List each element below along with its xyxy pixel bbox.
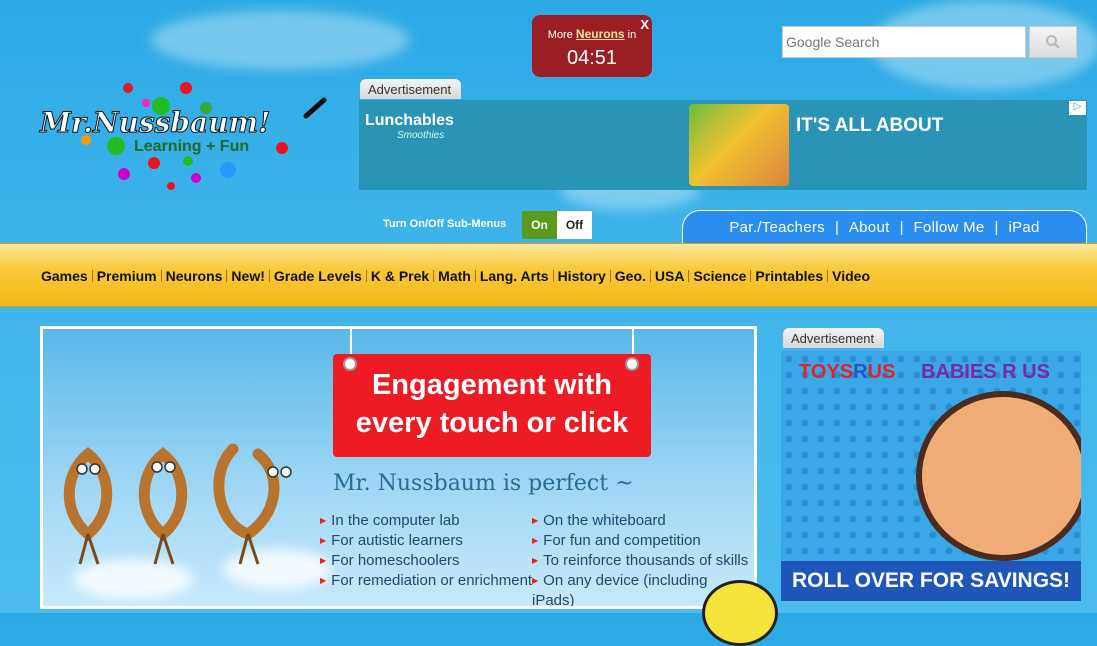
list-item: To reinforce thousands of skills xyxy=(532,551,754,571)
nav-grade-levels[interactable]: Grade Levels xyxy=(274,268,362,284)
sign-nail xyxy=(343,357,357,371)
nav-geo[interactable]: Geo. xyxy=(615,268,646,284)
ad-brand: Lunchables xyxy=(365,112,454,129)
logo-title: Mr.Nussbaum! xyxy=(39,106,271,140)
nav-premium[interactable]: Premium xyxy=(97,268,157,284)
search-button[interactable] xyxy=(1029,26,1077,58)
adchoices-icon[interactable]: ▷ xyxy=(1069,101,1086,115)
nav-lang-arts[interactable]: Lang. Arts xyxy=(480,268,549,284)
list-item: For fun and competition xyxy=(532,531,754,551)
list-item: On the whiteboard xyxy=(532,511,754,531)
sign-line-2: every touch or click xyxy=(355,407,629,439)
submenu-off-button[interactable]: Off xyxy=(557,211,592,239)
nav-games[interactable]: Games xyxy=(41,268,88,284)
sign-line-1: Engagement with xyxy=(371,369,613,401)
list-item: In the computer lab xyxy=(320,511,532,531)
hero-list-left: In the computer lab For autistic learner… xyxy=(320,511,532,591)
ad-headline: IT'S ALL ABOUT xyxy=(796,115,944,136)
pretzel-characters-illustration xyxy=(63,443,292,565)
hero-banner[interactable]: Engagement with every touch or click Mr.… xyxy=(40,326,757,609)
nav-divider xyxy=(226,270,228,282)
nav-parents-teachers[interactable]: Par./Teachers xyxy=(719,219,835,236)
submenu-on-button[interactable]: On xyxy=(522,211,557,239)
mr-nussbaum-logo[interactable]: Mr.Nussbaum! Learning + Fun xyxy=(36,78,336,198)
advertisement-label: Advertisement xyxy=(783,328,885,348)
timer-close-button[interactable]: X xyxy=(640,17,649,32)
nav-divider xyxy=(552,270,554,282)
geoffrey-face-illustration xyxy=(916,391,1081,561)
neurons-link[interactable]: Neurons xyxy=(576,27,625,41)
ad-product-image xyxy=(689,104,789,186)
nav-printables[interactable]: Printables xyxy=(755,268,823,284)
ad-brand-babiesrus: BABIES R US xyxy=(921,361,1050,383)
list-item: For homeschoolers xyxy=(320,551,532,571)
nav-neurons[interactable]: Neurons xyxy=(166,268,223,284)
nav-usa[interactable]: USA xyxy=(655,268,685,284)
nav-divider xyxy=(827,270,829,282)
timer-prefix: More xyxy=(547,29,573,41)
search-icon xyxy=(1046,35,1060,49)
advertisement-label: Advertisement xyxy=(360,79,462,99)
timer-countdown: 04:51 xyxy=(566,47,618,69)
nav-k-prek[interactable]: K & Prek xyxy=(371,268,429,284)
ad-banner-text: ROLL OVER FOR SAVINGS! xyxy=(781,561,1081,601)
list-item: For autistic learners xyxy=(320,531,532,551)
nav-divider xyxy=(433,270,435,282)
nav-science[interactable]: Science xyxy=(693,268,746,284)
main-nav-bar: Games Premium Neurons New! Grade Levels … xyxy=(0,243,1097,307)
nav-divider xyxy=(268,270,270,282)
engagement-sign: Engagement with every touch or click xyxy=(333,354,651,457)
nav-follow-me[interactable]: Follow Me xyxy=(903,219,994,236)
nav-history[interactable]: History xyxy=(558,268,606,284)
background-cloud xyxy=(150,10,410,70)
nav-new[interactable]: New! xyxy=(231,268,264,284)
nav-divider xyxy=(609,270,611,282)
secondary-nav: Par./Teachers | About | Follow Me | iPad xyxy=(682,210,1087,243)
sign-nail xyxy=(625,357,639,371)
nav-divider xyxy=(365,270,367,282)
neurons-timer: X More Neurons in 04:51 xyxy=(532,15,652,77)
toys-r-us-ad[interactable]: TOYSRUS BABIES R US ROLL OVER FOR SAVING… xyxy=(781,351,1081,601)
nav-about[interactable]: About xyxy=(839,219,900,236)
timer-suffix: in xyxy=(627,29,637,41)
submenu-toggle-label: Turn On/Off Sub-Menus xyxy=(383,218,507,230)
nav-divider xyxy=(750,270,752,282)
nav-divider xyxy=(474,270,476,282)
nav-video[interactable]: Video xyxy=(832,268,870,284)
logo-tagline: Learning + Fun xyxy=(134,138,250,155)
google-search-input[interactable] xyxy=(782,26,1026,58)
ad-brand-toysrus: TOYSRUS xyxy=(799,361,896,383)
list-item: For remediation or enrichment xyxy=(320,571,532,591)
lightbulb-mascot[interactable] xyxy=(702,580,778,646)
lunchables-ad[interactable]: Lunchables Smoothies IT'S ALL ABOUT ▷ xyxy=(359,100,1087,190)
nav-math[interactable]: Math xyxy=(438,268,471,284)
nav-divider xyxy=(91,270,93,282)
nav-divider xyxy=(649,270,651,282)
nav-ipad[interactable]: iPad xyxy=(998,219,1049,236)
nav-divider xyxy=(688,270,690,282)
nav-divider xyxy=(160,270,162,282)
hero-subtitle: Mr. Nussbaum is perfect ~ xyxy=(333,471,634,496)
ad-brand-sub: Smoothies xyxy=(397,130,445,141)
